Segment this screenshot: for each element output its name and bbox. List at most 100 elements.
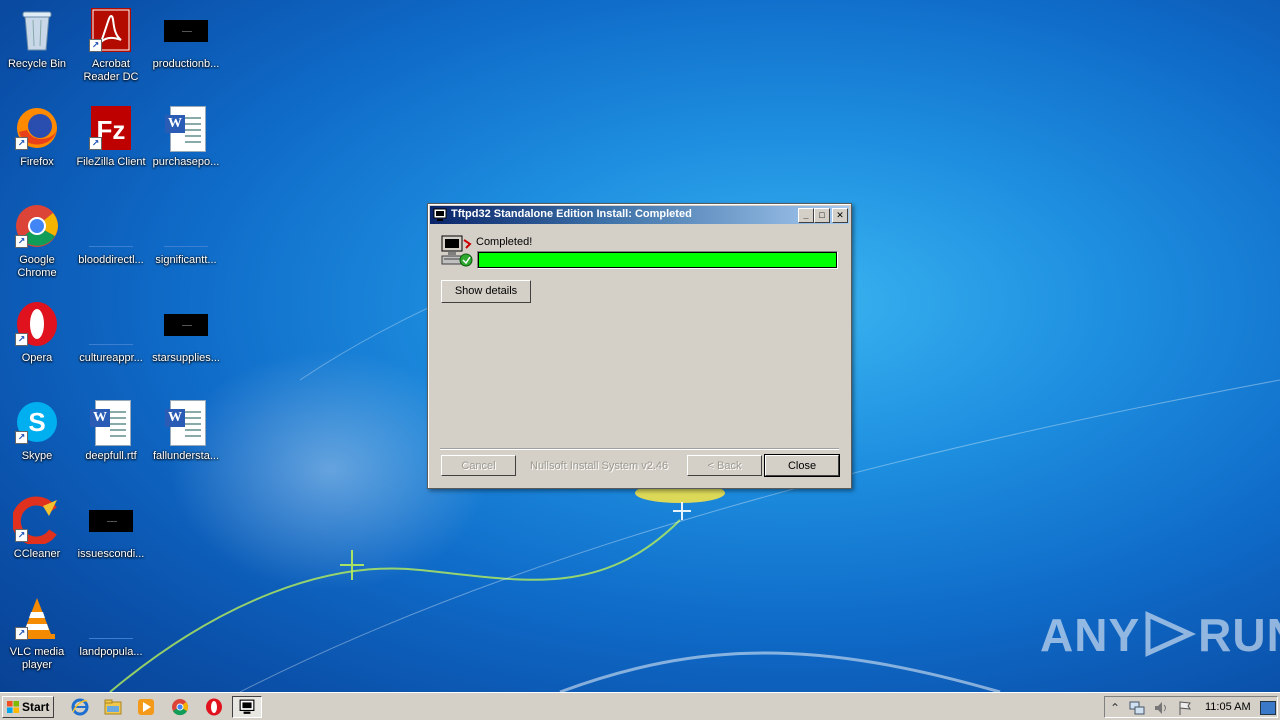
desktop-icon-starsupplies[interactable]: starsupplies... (149, 300, 223, 365)
system-tray: ⌃ 11:05 AM (1104, 696, 1278, 718)
desktop-icon-label: Firefox (20, 156, 54, 168)
cancel-button[interactable]: Cancel (441, 455, 516, 476)
desktop-icon-label: fallundersta... (152, 450, 220, 462)
acrobat-reader-icon: ↗ (87, 6, 135, 54)
desktop-icon-label: Recycle Bin (7, 58, 67, 70)
blank-document-icon (87, 594, 135, 642)
ccleaner-icon: ↗ (11, 496, 61, 546)
back-button[interactable]: < Back (687, 455, 762, 476)
desktop-icon-label: blooddirectl... (78, 254, 144, 266)
desktop-icon-recycle-bin[interactable]: Recycle Bin (0, 6, 74, 71)
show-desktop-icon[interactable] (1260, 701, 1276, 715)
desktop: Recycle Bin ↗ Firefox ↗ Google Chrome ↗ … (0, 0, 1280, 692)
opera-icon[interactable] (205, 698, 223, 716)
desktop-icon-label: VLC media player (9, 646, 65, 671)
taskbar-installer-button[interactable] (232, 696, 262, 718)
desktop-icon-label: CCleaner (13, 548, 61, 560)
desktop-icon-label: starsupplies... (152, 352, 220, 364)
shortcut-arrow-icon: ↗ (89, 137, 102, 150)
desktop-icon-label: issuescondi... (77, 548, 145, 560)
file-explorer-icon[interactable] (104, 698, 122, 716)
desktop-icon-label: deepfull.rtf (85, 450, 137, 462)
desktop-icon-skype[interactable]: S ↗ Skype (0, 398, 74, 463)
blank-document-icon (87, 300, 135, 348)
recycle-bin-icon (13, 6, 61, 54)
svg-text:S: S (28, 407, 45, 437)
shortcut-arrow-icon: ↗ (15, 529, 28, 542)
show-details-button[interactable]: Show details (441, 280, 531, 303)
desktop-icon-significantt[interactable]: significantt... (149, 202, 223, 267)
shortcut-arrow-icon: ↗ (15, 137, 28, 150)
watermark-left: ANY (1040, 609, 1141, 661)
installer-icon (239, 699, 255, 714)
desktop-icon-label: landpopula... (79, 646, 143, 658)
word-document-icon: W (162, 104, 210, 152)
installer-icon (433, 208, 447, 221)
desktop-icon-fallundersta[interactable]: W fallundersta... (149, 398, 223, 463)
desktop-icon-label: Acrobat Reader DC (83, 58, 139, 83)
desktop-icon-filezilla[interactable]: Fz ↗ FileZilla Client (74, 104, 148, 169)
maximize-button[interactable]: □ (814, 208, 830, 223)
black-document-icon (162, 300, 210, 348)
watermark-right: RUN (1198, 609, 1280, 661)
desktop-icon-purchasepo[interactable]: W purchasepo... (149, 104, 223, 169)
dialog-title: Tftpd32 Standalone Edition Install: Comp… (451, 208, 692, 220)
network-icon[interactable] (1129, 700, 1145, 716)
taskbar: Start ⌃ 11:05 AM (0, 692, 1280, 720)
shortcut-arrow-icon: ↗ (15, 431, 28, 444)
desktop-icon-deepfull[interactable]: W deepfull.rtf (74, 398, 148, 463)
close-window-button[interactable]: ✕ (832, 208, 848, 223)
desktop-icon-vlc[interactable]: ↗ VLC media player (0, 594, 74, 672)
desktop-icon-opera[interactable]: ↗ Opera (0, 300, 74, 365)
desktop-icon-cultureappr[interactable]: cultureappr... (74, 300, 148, 365)
desktop-icon-label: Skype (21, 450, 53, 462)
desktop-icon-label: productionb... (152, 58, 220, 70)
internet-explorer-icon[interactable] (71, 698, 89, 716)
start-button[interactable]: Start (2, 696, 54, 718)
volume-icon[interactable] (1153, 700, 1169, 716)
nsis-branding: Nullsoft Install System v2.46 (530, 460, 669, 472)
media-player-icon[interactable] (137, 698, 155, 716)
desktop-icon-label: purchasepo... (152, 156, 220, 168)
desktop-icon-productionb[interactable]: productionb... (149, 6, 223, 71)
installer-computer-icon (441, 235, 473, 267)
desktop-icon-label: Google Chrome (17, 254, 57, 279)
clock[interactable]: 11:05 AM (1205, 701, 1251, 713)
play-logo-icon (1145, 611, 1197, 657)
desktop-icon-google-chrome[interactable]: ↗ Google Chrome (0, 202, 74, 280)
close-button[interactable]: Close (764, 454, 840, 477)
desktop-icon-issuescondi[interactable]: issuescondi... (74, 496, 148, 561)
chrome-icon[interactable] (171, 698, 189, 716)
start-label: Start (22, 700, 50, 714)
desktop-icon-firefox[interactable]: ↗ Firefox (0, 104, 74, 169)
desktop-icon-blooddirectl[interactable]: blooddirectl... (74, 202, 148, 267)
dialog-titlebar[interactable]: Tftpd32 Standalone Edition Install: Comp… (430, 206, 849, 224)
status-text: Completed! (476, 236, 533, 248)
show-hidden-icons-icon[interactable]: ⌃ (1107, 700, 1123, 716)
blank-document-icon (87, 202, 135, 250)
minimize-button[interactable]: _ (798, 208, 814, 223)
shortcut-arrow-icon: ↗ (15, 627, 28, 640)
action-center-flag-icon[interactable] (1177, 700, 1193, 716)
progress-fill (478, 252, 837, 268)
word-document-icon: W (162, 398, 210, 446)
shortcut-arrow-icon: ↗ (15, 333, 28, 346)
black-document-icon (162, 6, 210, 54)
desktop-icon-label: cultureappr... (79, 352, 143, 364)
skype-icon: S ↗ (13, 398, 61, 446)
firefox-icon: ↗ (13, 104, 61, 152)
chrome-icon: ↗ (13, 202, 61, 250)
blank-document-icon (162, 202, 210, 250)
desktop-icon-label: significantt... (155, 254, 217, 266)
windows-flag-icon (7, 701, 19, 713)
vlc-icon: ↗ (13, 594, 61, 642)
desktop-icon-acrobat-reader[interactable]: ↗ Acrobat Reader DC (74, 6, 148, 84)
desktop-icon-landpopula[interactable]: landpopula... (74, 594, 148, 659)
filezilla-icon: Fz ↗ (87, 104, 135, 152)
progress-bar (477, 251, 838, 269)
dialog-separator (440, 448, 839, 450)
shortcut-arrow-icon: ↗ (15, 235, 28, 248)
word-document-icon: W (87, 398, 135, 446)
desktop-icon-ccleaner[interactable]: ↗ CCleaner (0, 496, 74, 561)
desktop-icon-label: Opera (21, 352, 53, 364)
